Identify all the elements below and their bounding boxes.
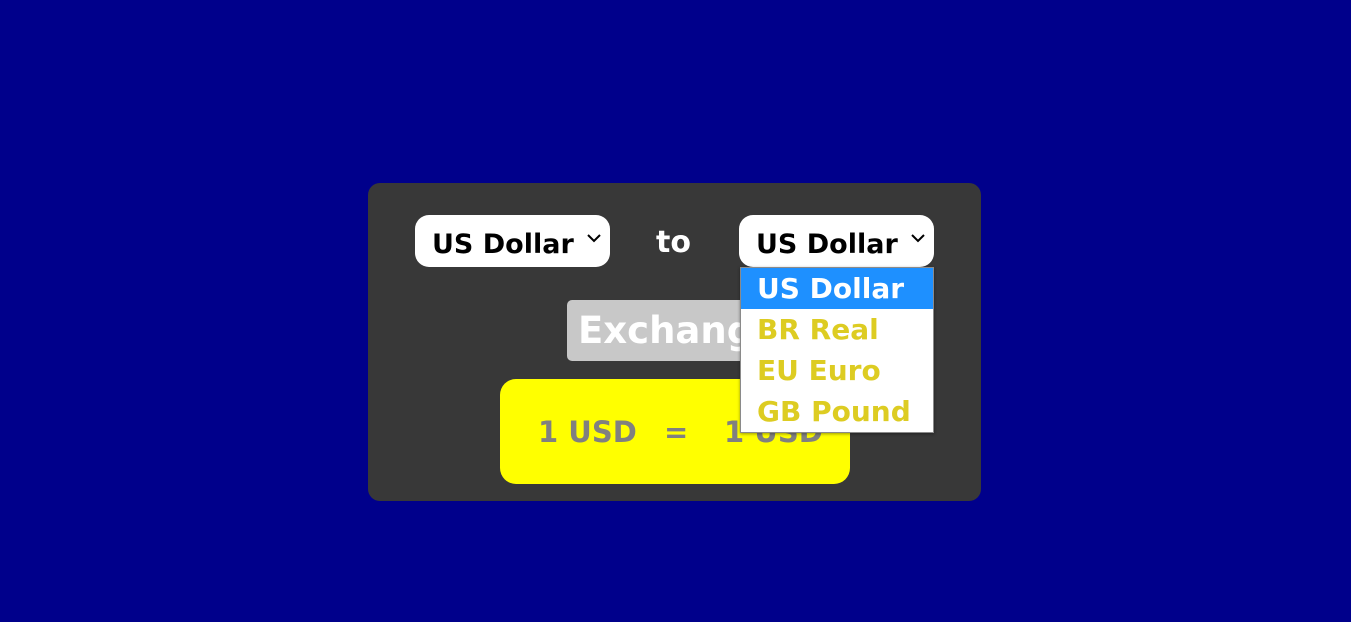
dropdown-option-eu-euro[interactable]: EU Euro (741, 350, 933, 391)
dropdown-option-br-real[interactable]: BR Real (741, 309, 933, 350)
chevron-down-icon (911, 234, 925, 243)
result-equals: = (664, 415, 689, 449)
chevron-down-icon (587, 234, 601, 243)
exchange-button[interactable]: Exchange (567, 300, 745, 361)
to-currency-value: US Dollar (756, 229, 898, 260)
to-label: to (656, 225, 691, 260)
to-currency-select[interactable]: US Dollar (739, 215, 934, 267)
dropdown-option-gb-pound[interactable]: GB Pound (741, 391, 933, 432)
from-currency-value: US Dollar (432, 229, 574, 260)
to-currency-dropdown-list: US Dollar BR Real EU Euro GB Pound (740, 267, 934, 433)
from-currency-select[interactable]: US Dollar (415, 215, 610, 267)
result-from-amount: 1 USD (538, 415, 637, 449)
dropdown-option-us-dollar[interactable]: US Dollar (741, 268, 933, 309)
